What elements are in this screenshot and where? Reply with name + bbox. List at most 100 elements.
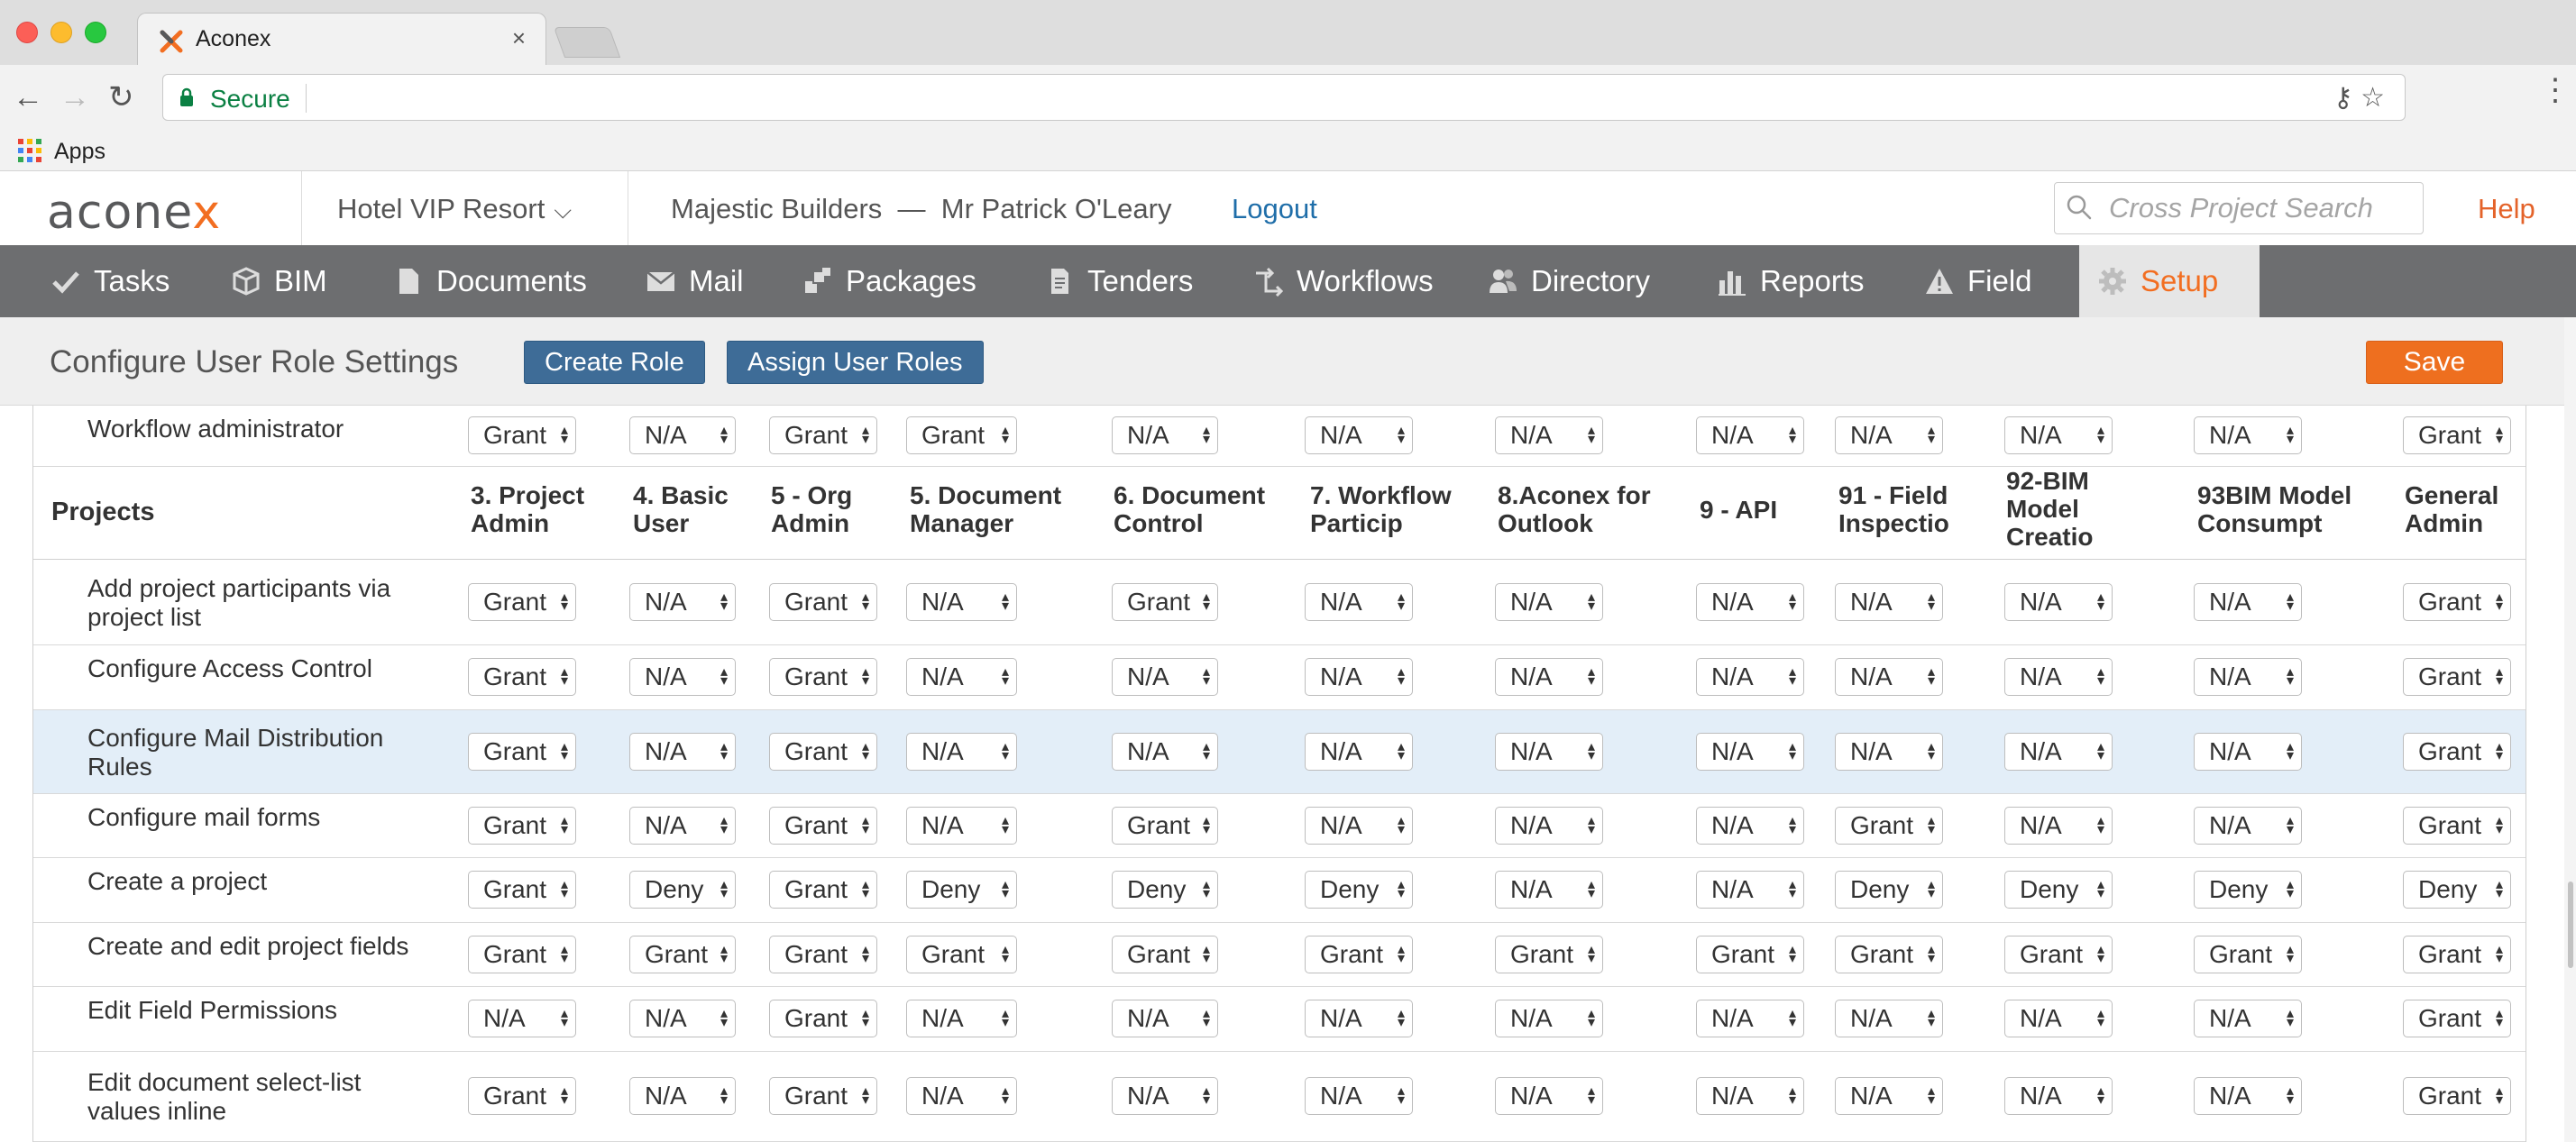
permission-select[interactable]: Grant ▴ ▾ xyxy=(2403,733,2511,771)
new-tab-button[interactable] xyxy=(553,27,621,58)
permission-select[interactable]: N/A ▴ ▾ xyxy=(906,1000,1017,1037)
nav-tasks[interactable]: Tasks xyxy=(50,245,170,317)
reload-icon[interactable]: ↻ xyxy=(108,79,134,115)
permission-select[interactable]: N/A ▴ ▾ xyxy=(906,1077,1017,1115)
permission-select[interactable]: N/A ▴ ▾ xyxy=(1495,871,1603,909)
nav-bim[interactable]: BIM xyxy=(231,245,327,317)
permission-select[interactable]: Grant ▴ ▾ xyxy=(468,807,576,845)
permission-select[interactable]: N/A ▴ ▾ xyxy=(629,583,736,621)
permission-select[interactable]: N/A ▴ ▾ xyxy=(1835,658,1943,696)
permission-select[interactable]: N/A ▴ ▾ xyxy=(629,1077,736,1115)
apps-bookmark[interactable]: Apps xyxy=(54,139,105,165)
permission-select[interactable]: Grant ▴ ▾ xyxy=(1112,807,1218,845)
permission-select[interactable]: N/A ▴ ▾ xyxy=(2194,1077,2302,1115)
permission-select[interactable]: N/A ▴ ▾ xyxy=(1835,733,1943,771)
permission-select[interactable]: N/A ▴ ▾ xyxy=(1495,416,1603,454)
permission-select[interactable]: Grant ▴ ▾ xyxy=(2403,1077,2511,1115)
cross-project-search[interactable] xyxy=(2054,182,2424,234)
cross-project-search-input[interactable] xyxy=(2109,190,2406,226)
permission-select[interactable]: Grant ▴ ▾ xyxy=(2403,583,2511,621)
back-arrow-icon[interactable]: ← xyxy=(13,79,43,115)
permission-select[interactable]: N/A ▴ ▾ xyxy=(906,807,1017,845)
address-bar[interactable]: Secure ⚷ ☆ xyxy=(162,74,2406,121)
permission-select[interactable]: Grant ▴ ▾ xyxy=(2403,936,2511,973)
permission-select[interactable]: Grant ▴ ▾ xyxy=(468,416,576,454)
permission-select[interactable]: Deny ▴ ▾ xyxy=(1112,871,1218,909)
nav-mail[interactable]: Mail xyxy=(646,245,744,317)
nav-workflows[interactable]: Workflows xyxy=(1253,245,1434,317)
permission-select[interactable]: Grant ▴ ▾ xyxy=(468,871,576,909)
permission-select[interactable]: N/A ▴ ▾ xyxy=(629,1000,736,1037)
browser-tab-aconex[interactable]: Aconex × xyxy=(137,13,546,65)
permission-select[interactable]: N/A ▴ ▾ xyxy=(2194,583,2302,621)
permission-select[interactable]: Grant ▴ ▾ xyxy=(1112,936,1218,973)
permission-select[interactable]: N/A ▴ ▾ xyxy=(1305,583,1413,621)
permission-select[interactable]: Grant ▴ ▾ xyxy=(2403,416,2511,454)
permission-select[interactable]: N/A ▴ ▾ xyxy=(1696,807,1804,845)
permission-select[interactable]: N/A ▴ ▾ xyxy=(629,807,736,845)
permission-select[interactable]: N/A ▴ ▾ xyxy=(2004,733,2113,771)
permission-select[interactable]: Grant ▴ ▾ xyxy=(1112,583,1218,621)
permission-select[interactable]: N/A ▴ ▾ xyxy=(1696,583,1804,621)
aconex-logo[interactable]: aconex xyxy=(47,186,221,240)
help-link[interactable]: Help xyxy=(2478,193,2535,225)
permission-select[interactable]: Deny ▴ ▾ xyxy=(2004,871,2113,909)
permission-select[interactable]: N/A ▴ ▾ xyxy=(2194,658,2302,696)
close-window-button[interactable] xyxy=(16,22,38,43)
permission-select[interactable]: N/A ▴ ▾ xyxy=(1835,1000,1943,1037)
permission-select[interactable]: Grant ▴ ▾ xyxy=(769,658,877,696)
permission-select[interactable]: Grant ▴ ▾ xyxy=(1305,936,1413,973)
logout-link[interactable]: Logout xyxy=(1232,193,1317,225)
nav-field[interactable]: Field xyxy=(1924,245,2032,317)
permission-select[interactable]: N/A ▴ ▾ xyxy=(2004,1077,2113,1115)
permission-select[interactable]: Grant ▴ ▾ xyxy=(769,583,877,621)
permission-select[interactable]: Grant ▴ ▾ xyxy=(468,658,576,696)
permission-select[interactable]: N/A ▴ ▾ xyxy=(629,658,736,696)
permission-select[interactable]: N/A ▴ ▾ xyxy=(1835,583,1943,621)
permission-select[interactable]: N/A ▴ ▾ xyxy=(2004,583,2113,621)
permission-select[interactable]: N/A ▴ ▾ xyxy=(906,733,1017,771)
minimize-window-button[interactable] xyxy=(50,22,72,43)
scrollbar-thumb[interactable] xyxy=(2568,882,2573,968)
permission-select[interactable]: N/A ▴ ▾ xyxy=(2194,807,2302,845)
permission-select[interactable]: Deny ▴ ▾ xyxy=(2403,871,2511,909)
permission-select[interactable]: Grant ▴ ▾ xyxy=(629,936,736,973)
permission-select[interactable]: N/A ▴ ▾ xyxy=(629,733,736,771)
permission-select[interactable]: N/A ▴ ▾ xyxy=(2004,658,2113,696)
permission-select[interactable]: N/A ▴ ▾ xyxy=(1495,1000,1603,1037)
permission-select[interactable]: N/A ▴ ▾ xyxy=(1696,1000,1804,1037)
assign-user-roles-button[interactable]: Assign User Roles xyxy=(727,341,984,384)
permission-select[interactable]: N/A ▴ ▾ xyxy=(1112,1000,1218,1037)
permission-select[interactable]: Deny ▴ ▾ xyxy=(906,871,1017,909)
permission-select[interactable]: N/A ▴ ▾ xyxy=(1305,416,1413,454)
permission-select[interactable]: Grant ▴ ▾ xyxy=(2403,658,2511,696)
permission-select[interactable]: N/A ▴ ▾ xyxy=(1495,1077,1603,1115)
permission-select[interactable]: Grant ▴ ▾ xyxy=(2403,1000,2511,1037)
permission-select[interactable]: Grant ▴ ▾ xyxy=(468,583,576,621)
vertical-scrollbar[interactable] xyxy=(2564,317,2576,1142)
permission-select[interactable]: N/A ▴ ▾ xyxy=(1696,416,1804,454)
permission-select[interactable]: N/A ▴ ▾ xyxy=(1112,1077,1218,1115)
permission-select[interactable]: N/A ▴ ▾ xyxy=(2004,807,2113,845)
permission-select[interactable]: N/A ▴ ▾ xyxy=(1495,658,1603,696)
permission-select[interactable]: N/A ▴ ▾ xyxy=(2194,1000,2302,1037)
permission-select[interactable]: Grant ▴ ▾ xyxy=(769,733,877,771)
permission-select[interactable]: N/A ▴ ▾ xyxy=(1696,733,1804,771)
permission-select[interactable]: N/A ▴ ▾ xyxy=(1835,1077,1943,1115)
permission-select[interactable]: Deny ▴ ▾ xyxy=(1835,871,1943,909)
permission-select[interactable]: Grant ▴ ▾ xyxy=(2403,807,2511,845)
permission-select[interactable]: N/A ▴ ▾ xyxy=(1305,1000,1413,1037)
permission-select[interactable]: Grant ▴ ▾ xyxy=(1835,807,1943,845)
permission-select[interactable]: N/A ▴ ▾ xyxy=(906,658,1017,696)
tab-close-icon[interactable]: × xyxy=(512,24,526,52)
nav-directory[interactable]: Directory xyxy=(1488,245,1650,317)
permission-select[interactable]: Grant ▴ ▾ xyxy=(468,936,576,973)
create-role-button[interactable]: Create Role xyxy=(524,341,705,384)
permission-select[interactable]: N/A ▴ ▾ xyxy=(1495,583,1603,621)
permission-select[interactable]: N/A ▴ ▾ xyxy=(1305,658,1413,696)
save-button[interactable]: Save xyxy=(2366,341,2503,384)
permission-select[interactable]: N/A ▴ ▾ xyxy=(1696,1077,1804,1115)
permission-select[interactable]: Grant ▴ ▾ xyxy=(2004,936,2113,973)
permission-select[interactable]: Grant ▴ ▾ xyxy=(769,807,877,845)
nav-packages[interactable]: Packages xyxy=(802,245,976,317)
